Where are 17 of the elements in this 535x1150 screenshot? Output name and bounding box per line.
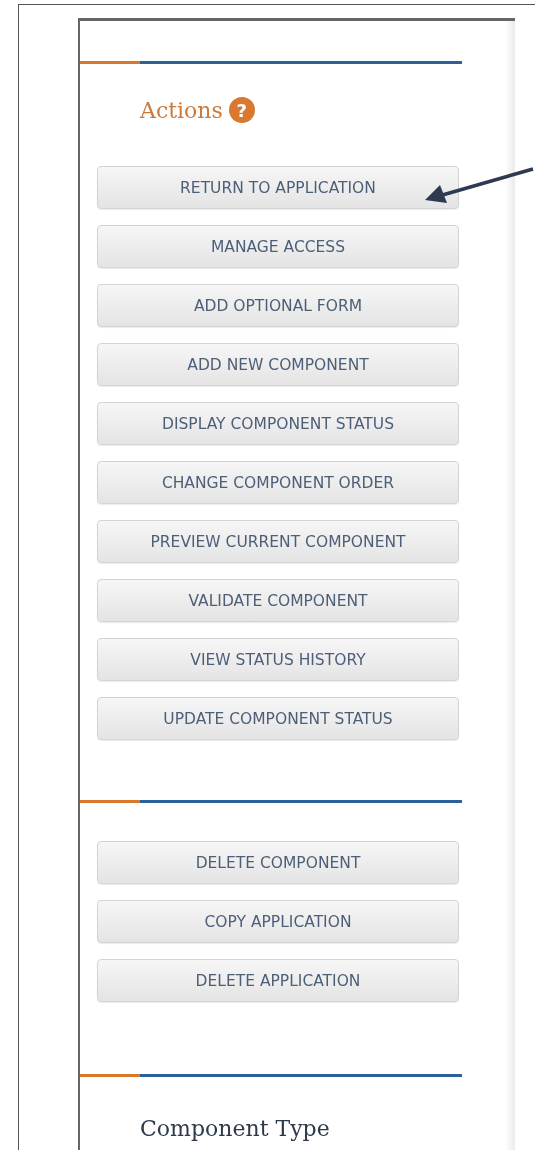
arrow-icon xyxy=(425,167,534,203)
action-button[interactable]: DELETE COMPONENT xyxy=(97,841,459,884)
action-button[interactable]: VIEW STATUS HISTORY xyxy=(97,638,459,681)
action-button[interactable]: ADD OPTIONAL FORM xyxy=(97,284,459,327)
section-title: Actions xyxy=(140,97,223,123)
action-button[interactable]: DISPLAY COMPONENT STATUS xyxy=(97,402,459,445)
action-button[interactable]: MANAGE ACCESS xyxy=(97,225,459,268)
action-button[interactable]: CHANGE COMPONENT ORDER xyxy=(97,461,459,504)
action-button[interactable]: PREVIEW CURRENT COMPONENT xyxy=(97,520,459,563)
action-button[interactable]: COPY APPLICATION xyxy=(97,900,459,943)
section-title: Component Type xyxy=(140,1115,331,1143)
action-button[interactable]: RETURN TO APPLICATION xyxy=(97,166,459,209)
action-button[interactable]: ADD NEW COMPONENT xyxy=(97,343,459,386)
action-button[interactable]: VALIDATE COMPONENT xyxy=(97,579,459,622)
action-button[interactable]: DELETE APPLICATION xyxy=(97,959,459,1002)
action-button[interactable]: UPDATE COMPONENT STATUS xyxy=(97,697,459,740)
help-icon[interactable]: ? xyxy=(228,97,255,123)
